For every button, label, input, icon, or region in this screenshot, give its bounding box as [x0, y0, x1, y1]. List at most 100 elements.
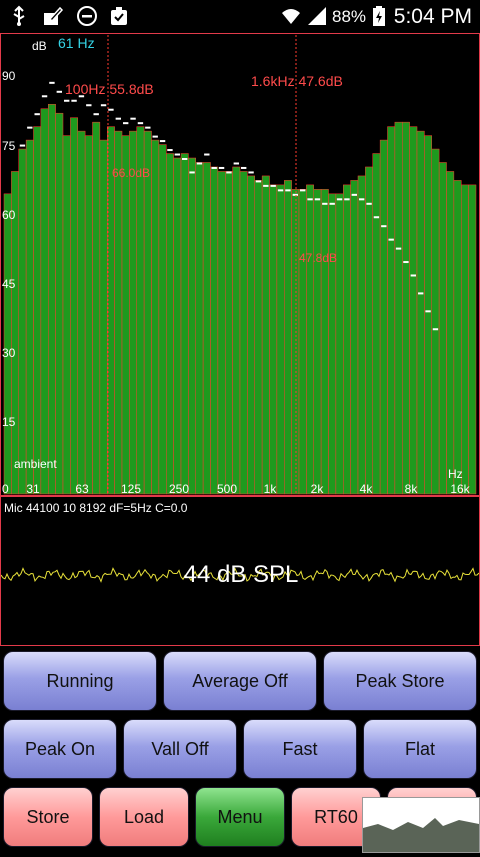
- peak-hold-mark: [277, 189, 284, 192]
- waveform-panel: Mic 44100 10 8192 dF=5Hz C=0.0 44 dB SPL: [0, 496, 480, 646]
- x-tick: 1k: [263, 482, 277, 496]
- peak-hold-mark: [152, 135, 158, 138]
- peak-hold-mark: [41, 95, 48, 98]
- peak-hold-mark: [241, 166, 247, 169]
- x-tick: 63: [75, 482, 89, 496]
- do-not-disturb-icon: [77, 6, 97, 26]
- peak-hold-mark: [351, 193, 357, 196]
- spectrum-bar: [121, 135, 130, 495]
- peak-hold-mark: [167, 149, 173, 152]
- spectrum-bar: [306, 184, 314, 495]
- peak-hold-mark: [204, 153, 210, 156]
- peak-hold-mark: [123, 122, 129, 125]
- spectrum-bar: [431, 148, 440, 495]
- peak-hold-mark: [182, 158, 188, 160]
- vall-off-button[interactable]: Vall Off: [123, 719, 237, 779]
- spectrum-bar: [461, 184, 469, 495]
- peak-hold-mark: [381, 225, 387, 228]
- peak-hold-mark: [300, 189, 306, 192]
- x-tick: 4k: [359, 482, 373, 496]
- x-tick: 500: [216, 482, 238, 496]
- spectrum-bar: [129, 130, 137, 495]
- peak-hold-mark: [159, 140, 166, 143]
- spectrum-bar: [173, 157, 182, 495]
- peak-hold-mark: [329, 202, 335, 205]
- fast-button[interactable]: Fast: [243, 719, 357, 779]
- spectrum-bar: [335, 193, 344, 495]
- spectrum-bar: [55, 112, 64, 495]
- average-off-button[interactable]: Average Off: [163, 651, 317, 711]
- spectrum-bar: [269, 184, 278, 495]
- spectrum-bar: [379, 139, 388, 495]
- spectrum-bar: [84, 135, 93, 495]
- y-tick: 75: [2, 139, 16, 153]
- spectrum-bar: [25, 139, 34, 495]
- peak-hold-mark: [174, 153, 180, 156]
- spectrum-bar: [143, 130, 152, 495]
- spectrum-bar: [350, 180, 359, 495]
- peak-hold-mark: [196, 162, 203, 165]
- load-button[interactable]: Load: [99, 787, 189, 847]
- preview-thumbnail[interactable]: [362, 797, 480, 853]
- peak-store-button[interactable]: Peak Store: [323, 651, 477, 711]
- spectrum-bar: [232, 166, 241, 495]
- spectrum-bar: [40, 108, 49, 495]
- peak-hold-mark: [255, 180, 262, 183]
- spectrum-bar: [33, 126, 42, 495]
- spectrum-bar: [239, 171, 248, 495]
- peak-on-button[interactable]: Peak On: [3, 719, 117, 779]
- peak-hold-mark: [403, 261, 409, 264]
- flat-button[interactable]: Flat: [363, 719, 477, 779]
- peak-hold-mark: [248, 171, 254, 174]
- wifi-icon: [282, 9, 300, 24]
- preview-image: [363, 798, 479, 852]
- spectrum-bar: [446, 171, 455, 495]
- spectrum-bar: [48, 103, 56, 495]
- peak-hold-mark: [270, 184, 276, 187]
- marker-label-left: 66.0dB: [112, 166, 151, 180]
- spectrum-bar: [158, 144, 167, 495]
- spectrum-bar: [261, 175, 270, 495]
- spectrum-bar: [195, 162, 204, 495]
- ambient-label: ambient: [14, 457, 57, 471]
- x-tick: 2k: [310, 482, 324, 496]
- peak-hold-mark: [359, 198, 365, 201]
- peak-hold-mark: [432, 328, 439, 331]
- battery-percent: 88%: [332, 7, 367, 26]
- peak-hold-mark: [314, 198, 321, 201]
- peak-hold-mark: [395, 247, 402, 250]
- spectrum-bar: [438, 162, 447, 495]
- y-tick: 45: [2, 277, 16, 291]
- peak-hold-mark: [27, 126, 33, 129]
- spectrum-bar: [254, 180, 263, 495]
- peak-hold-mark: [263, 184, 269, 187]
- peak-hold-mark: [292, 193, 298, 196]
- spectrum-bar: [328, 193, 337, 495]
- peak-hold-mark: [226, 171, 232, 174]
- spectrum-bar: [313, 189, 322, 495]
- store-button[interactable]: Store: [3, 787, 93, 847]
- peak-hold-mark: [108, 108, 114, 111]
- peak-hold-mark: [145, 126, 151, 129]
- y-tick: 90: [2, 69, 16, 83]
- peak-hold-mark: [388, 238, 394, 241]
- peak-hold-mark: [336, 198, 343, 201]
- peak-hold-mark: [285, 189, 291, 192]
- spectrum-analyzer[interactable]: dB 61 Hz 100Hz 55.8dB 1.6kHz 47.6dB 66.0…: [0, 33, 480, 496]
- peak-hold-mark: [34, 113, 40, 116]
- spectrum-bar: [114, 130, 123, 495]
- peak-hold-mark: [425, 310, 431, 313]
- spectrum-bar: [424, 135, 432, 495]
- spectrum-bar: [99, 139, 108, 495]
- menu-button[interactable]: Menu: [195, 787, 285, 847]
- peak-hold-mark: [218, 166, 225, 169]
- y-tick: 30: [2, 346, 16, 360]
- db-unit-label: dB: [32, 39, 47, 53]
- running-button[interactable]: Running: [3, 651, 157, 711]
- spl-readout: 44 dB SPL: [183, 561, 299, 588]
- spectrum-bar: [284, 180, 292, 495]
- spectrum-bar: [298, 189, 307, 495]
- peak-hold-mark: [211, 166, 217, 169]
- usb-icon: [13, 5, 25, 26]
- spectrum-bar: [416, 130, 425, 495]
